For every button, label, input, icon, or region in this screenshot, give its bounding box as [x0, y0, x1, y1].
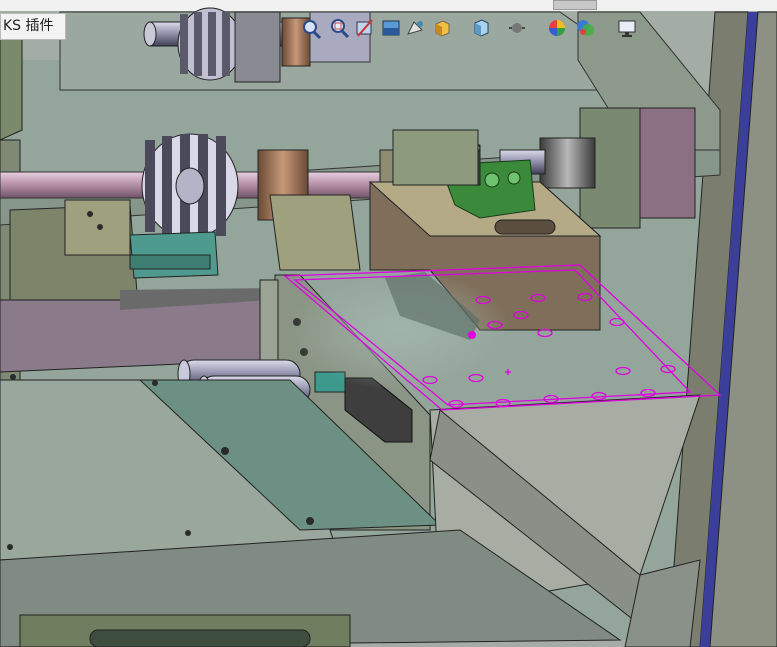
base-hole: [152, 380, 158, 386]
dynamic-annotation-icon[interactable]: [404, 16, 426, 40]
heads-up-view-toolbar: [300, 16, 640, 42]
selection-pivot-point[interactable]: [468, 331, 476, 339]
top-bearing-block: [234, 11, 281, 83]
base-hole: [185, 530, 191, 536]
base-hole: [7, 544, 13, 550]
display-style-icon[interactable]: [470, 16, 492, 40]
base-hole: [306, 517, 314, 525]
slot-guide: [129, 254, 211, 270]
apply-scene-icon[interactable]: [574, 16, 596, 40]
view-settings-icon[interactable]: [616, 16, 638, 40]
lower-clamp-slot: [89, 629, 311, 647]
cad-3d-viewport[interactable]: [0, 0, 777, 647]
section-view-icon[interactable]: [380, 16, 402, 40]
top-rotor: [177, 7, 243, 81]
edit-appearance-icon[interactable]: [546, 16, 568, 40]
bolt-hole: [87, 211, 93, 217]
clamp-hole: [484, 172, 500, 188]
base-hole: [10, 374, 16, 380]
zoom-to-fit-icon[interactable]: [300, 16, 322, 40]
motor-shaft-coupler: [539, 137, 596, 189]
left-rib-bracket: [0, 29, 23, 141]
top-shaft-end: [143, 21, 157, 47]
ks-plugin-tab[interactable]: KS 插件: [0, 13, 66, 40]
hide-show-icon[interactable]: [506, 16, 528, 40]
previous-view-icon[interactable]: [354, 16, 376, 40]
base-hole: [221, 447, 229, 455]
upper-housing: [392, 129, 479, 186]
clamp-hole: [507, 171, 521, 185]
zoom-area-icon[interactable]: [328, 16, 350, 40]
bolt-hole: [97, 224, 103, 230]
main-rotor: [141, 133, 239, 239]
slider-slot: [494, 219, 556, 235]
view-orientation-icon[interactable]: [430, 16, 452, 40]
center-pedestal: [269, 194, 361, 271]
